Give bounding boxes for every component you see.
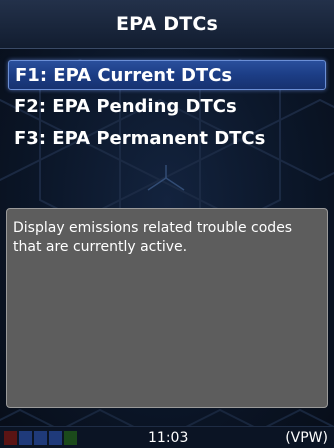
protocol-label: (VPW) — [285, 430, 328, 446]
description-panel: Display emissions related trouble codes … — [6, 208, 328, 408]
indicator-led-2 — [19, 431, 32, 445]
indicator-led-4 — [49, 431, 62, 445]
status-bar: 11:03 (VPW) — [0, 426, 334, 448]
screen: EPA DTCs F1: EPA Current DTCs F2: EPA Pe… — [0, 0, 334, 448]
indicator-led-1 — [4, 431, 17, 445]
description-text: Display emissions related trouble codes … — [13, 220, 293, 255]
clock-time: 11:03 — [148, 430, 189, 446]
title-bar: EPA DTCs — [0, 0, 334, 49]
menu-item-epa-current-dtcs[interactable]: F1: EPA Current DTCs — [8, 60, 326, 90]
menu-item-epa-pending-dtcs[interactable]: F2: EPA Pending DTCs — [8, 92, 326, 122]
page-title: EPA DTCs — [115, 13, 219, 35]
menu-item-epa-permanent-dtcs[interactable]: F3: EPA Permanent DTCs — [8, 124, 326, 154]
indicator-led-3 — [34, 431, 47, 445]
indicator-led-5 — [64, 431, 77, 445]
